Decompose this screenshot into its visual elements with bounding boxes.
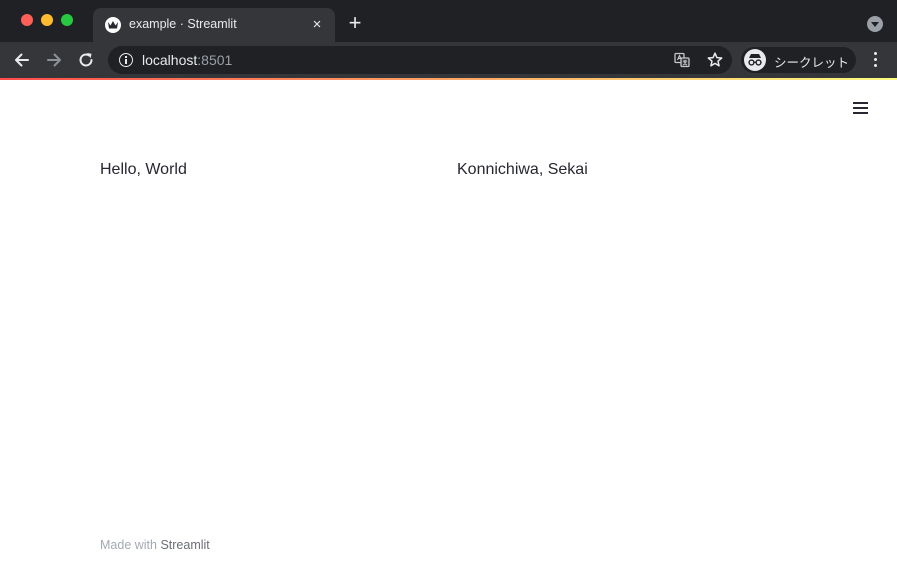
url-port: :8501 — [197, 52, 233, 68]
close-window-button[interactable] — [21, 14, 33, 26]
footer: Made with Streamlit — [100, 538, 210, 552]
browser-tab-active[interactable]: example · Streamlit × — [93, 8, 335, 42]
main-menu-icon[interactable] — [853, 101, 869, 115]
tab-title: example · Streamlit — [129, 17, 237, 31]
back-arrow-icon[interactable] — [12, 50, 32, 70]
column-right-text: Konnichiwa, Sekai — [457, 161, 588, 178]
bookmark-star-icon[interactable] — [706, 51, 724, 69]
browser-toolbar: localhost:8501 シークレット — [0, 42, 897, 78]
site-info-icon[interactable] — [119, 53, 133, 67]
footer-streamlit-link[interactable]: Streamlit — [160, 538, 209, 552]
tab-search-icon[interactable] — [867, 16, 883, 32]
reload-icon[interactable] — [76, 50, 96, 70]
streamlit-crown-icon — [105, 17, 121, 33]
incognito-icon — [744, 49, 766, 71]
incognito-label: シークレット — [774, 56, 850, 70]
header-decoration-bar — [0, 78, 897, 80]
footer-prefix: Made with — [100, 538, 161, 552]
new-tab-button[interactable]: + — [345, 12, 365, 34]
browser-menu-icon[interactable] — [868, 51, 884, 69]
forward-arrow-icon[interactable] — [44, 50, 64, 70]
maximize-window-button[interactable] — [61, 14, 73, 26]
minimize-window-button[interactable] — [41, 14, 53, 26]
url-host: localhost — [142, 52, 198, 68]
incognito-profile-button[interactable]: シークレット — [741, 47, 856, 73]
tab-close-icon[interactable]: × — [309, 17, 325, 33]
address-bar[interactable]: localhost:8501 — [108, 46, 732, 74]
url-text: localhost:8501 — [142, 52, 232, 68]
translate-icon[interactable] — [674, 52, 690, 68]
column-left-text: Hello, World — [100, 161, 187, 178]
browser-titlebar: example · Streamlit × + — [0, 0, 897, 42]
